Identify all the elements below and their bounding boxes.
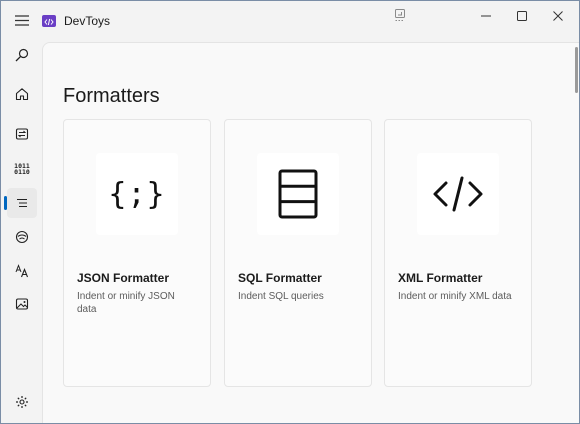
app-title: DevToys [64,14,111,28]
settings-icon [16,396,28,408]
json-formatter-card[interactable]: {;} JSON Formatter Indent or minify JSON… [63,119,211,387]
search-icon [15,48,29,62]
page-title: Formatters [63,85,160,107]
card-description: Indent SQL queries [238,291,324,302]
database-icon [278,169,318,219]
home-icon [15,88,29,101]
card-thumbnail [257,153,339,235]
sidebar-item-text[interactable] [7,256,37,286]
sidebar-item-formatters[interactable] [4,188,37,218]
sidebar-item-settings[interactable] [7,387,37,417]
compact-overlay-button[interactable] [391,6,409,24]
minimize-icon [481,15,491,17]
sql-formatter-card[interactable]: SQL Formatter Indent SQL queries [224,119,372,387]
converters-icon [15,128,29,140]
card-title: JSON Formatter [77,271,170,285]
encoders-decoders-icon: 1011 0110 [14,162,30,176]
sidebar-item-search[interactable] [7,40,37,70]
close-button[interactable] [538,1,578,31]
formatters-icon [17,198,27,208]
sidebar-item-encoders-decoders[interactable]: 1011 0110 [7,154,37,184]
card-thumbnail: {;} [96,153,178,235]
text-icon [15,264,29,278]
card-description: Indent or minify JSON data [77,291,175,315]
compact-overlay-icon [395,9,405,21]
graphic-icon [15,298,29,310]
title-bar: DevToys [1,1,579,37]
main-content: Formatters {;} JSON Formatter Indent or … [42,42,579,423]
sidebar-item-generators[interactable] [7,222,37,252]
hamburger-menu-button[interactable] [9,8,35,32]
code-tag-icon [433,176,483,212]
card-thumbnail [417,153,499,235]
maximize-button[interactable] [502,1,542,31]
sidebar-nav: 1011 0110 [1,37,41,423]
json-braces-icon: {;} [108,176,166,212]
hamburger-icon [15,14,29,26]
sidebar-item-graphic[interactable] [7,289,37,319]
vertical-scrollbar[interactable] [575,47,578,93]
maximize-icon [517,11,527,21]
app-window: DevToys 1011 0110 Formatters {;} JSON Fo… [0,0,580,424]
app-logo-icon [42,15,56,27]
close-icon [553,11,563,21]
minimize-button[interactable] [466,1,506,31]
xml-formatter-card[interactable]: XML Formatter Indent or minify XML data [384,119,532,387]
sidebar-item-home[interactable] [7,79,37,109]
selection-indicator [4,196,7,210]
binary-glyph-line-2: 0110 [14,168,30,176]
card-description: Indent or minify XML data [398,291,512,302]
generators-icon [15,230,29,244]
sidebar-item-converters[interactable] [7,119,37,149]
card-title: XML Formatter [398,271,483,285]
card-title: SQL Formatter [238,271,322,285]
